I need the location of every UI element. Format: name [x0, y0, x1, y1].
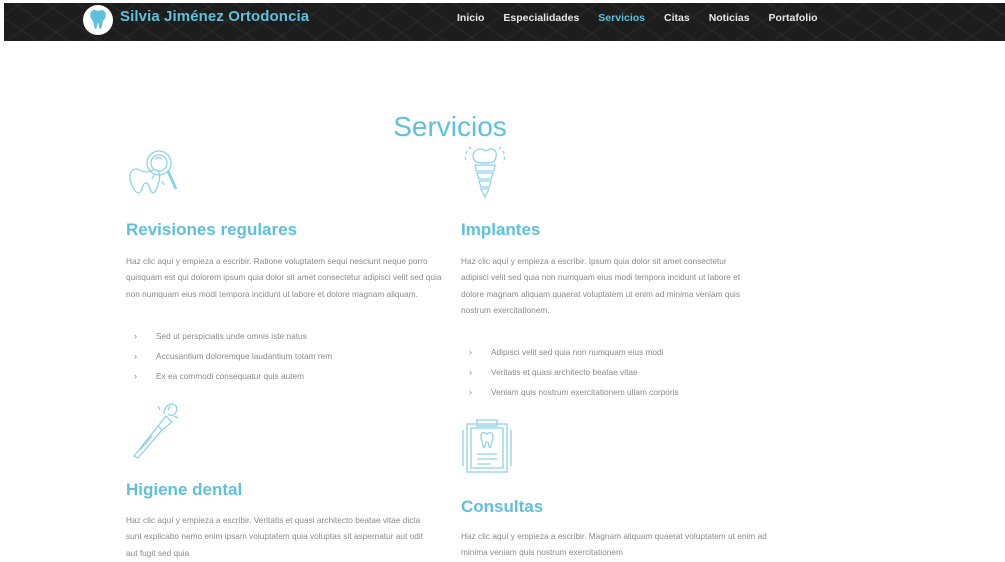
list-item: › Veniam quis nostrum exercitationem ulla… [461, 382, 679, 402]
list-item: › Ex ea commodi consequatur quis autem [126, 366, 332, 386]
list-item: › Veritatis et quasi architecto beatae vi… [461, 362, 679, 382]
nav-portafolio[interactable]: Portafolio [769, 12, 818, 24]
main-nav: Inicio Especialidades Servicios Citas No… [457, 12, 837, 24]
list-item: › Sed ut perspiciatis unde omnis iste nat… [126, 326, 332, 346]
section-title: Servicios [393, 111, 507, 143]
tooth-logo-icon[interactable] [83, 5, 113, 35]
chevron-right-icon: › [469, 367, 472, 377]
nav-servicios[interactable]: Servicios [598, 12, 645, 24]
service-description: Haz clic aquí y empieza a escribir. Rati… [126, 256, 442, 299]
brand-name[interactable]: Silvia Jiménez Ortodoncia [120, 8, 309, 25]
toothbrush-icon [128, 400, 182, 465]
service-title: Higiene dental [126, 480, 243, 499]
chevron-right-icon: › [134, 331, 137, 341]
service-title: Revisiones regulares [126, 220, 298, 239]
service-title: Consultas [461, 497, 544, 516]
nav-noticias[interactable]: Noticias [709, 12, 750, 24]
list-item: › Adipisci velit sed quia non numquam eiu… [461, 342, 679, 362]
dental-record-icon [461, 418, 515, 481]
service-description: Haz clic aquí y empieza a escribir. Veri… [126, 515, 424, 558]
service-description: Haz clic aquí y empieza a escribir. Magn… [461, 531, 767, 558]
chevron-right-icon: › [469, 347, 472, 357]
nav-citas[interactable]: Citas [664, 12, 690, 24]
list-item: › Accusantium doloremque laudantium totam… [126, 346, 332, 366]
dental-implant-icon [461, 145, 511, 206]
chevron-right-icon: › [134, 371, 137, 381]
service-description: Haz clic aquí y empieza a escribir. Ipsu… [461, 256, 741, 315]
service-list: › Adipisci velit sed quia non numquam eiu… [461, 342, 679, 402]
chevron-right-icon: › [469, 387, 472, 397]
nav-inicio[interactable]: Inicio [457, 12, 484, 24]
top-navbar: Silvia Jiménez Ortodoncia Inicio Especia… [4, 3, 1005, 41]
service-title: Implantes [461, 220, 541, 239]
chevron-right-icon: › [134, 351, 137, 361]
service-list: › Sed ut perspiciatis unde omnis iste nat… [126, 326, 332, 386]
tooth-magnifier-icon [126, 145, 182, 202]
nav-especialidades[interactable]: Especialidades [503, 12, 579, 24]
